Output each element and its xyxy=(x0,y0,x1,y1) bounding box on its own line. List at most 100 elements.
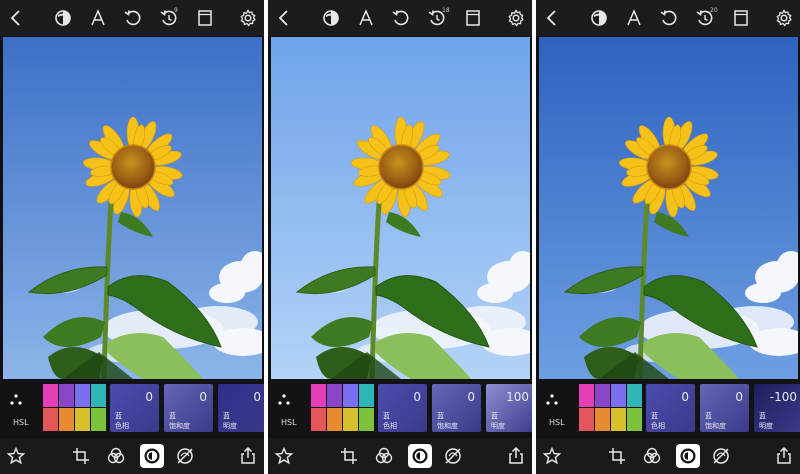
back-icon[interactable] xyxy=(540,6,564,30)
color-swatch[interactable] xyxy=(311,408,326,431)
text-icon[interactable] xyxy=(622,6,646,30)
photo-canvas[interactable] xyxy=(271,37,530,379)
luminance-tile[interactable]: 100 蓝 明度 xyxy=(486,384,532,432)
export-icon[interactable] xyxy=(504,444,528,468)
history-count-badge: 20 xyxy=(710,7,718,14)
color-swatch[interactable] xyxy=(327,408,342,431)
compare-icon[interactable] xyxy=(193,6,217,30)
hsl-adjust-bar: HSL 0 蓝 色相 0 蓝 饱和度 0 蓝 明度 xyxy=(0,380,264,436)
undo-icon[interactable] xyxy=(657,6,681,30)
color-swatch[interactable] xyxy=(611,408,626,431)
color-swatch[interactable] xyxy=(327,384,342,407)
blend-icon[interactable] xyxy=(372,444,396,468)
hsl-adjust-bar: HSL 0 蓝 色相 0 蓝 饱和度 100 蓝 明度 xyxy=(268,380,532,436)
luminance-channel: 蓝 xyxy=(491,412,498,420)
color-swatch[interactable] xyxy=(359,408,374,431)
luminance-tile[interactable]: -100 蓝 明度 xyxy=(754,384,800,432)
editor-panel-1: 9 HSL 0 蓝 色相 0 蓝 饱和度 0 蓝 明度 xyxy=(0,0,264,474)
saturation-channel: 蓝 xyxy=(705,412,712,420)
history-icon[interactable]: 9 xyxy=(157,6,181,30)
color-swatch[interactable] xyxy=(43,408,58,431)
color-swatch[interactable] xyxy=(579,408,594,431)
hue-value: 0 xyxy=(145,390,153,404)
color-swatch[interactable] xyxy=(91,408,106,431)
photo-canvas[interactable] xyxy=(539,37,798,379)
luminance-label: 明度 xyxy=(491,422,505,430)
crop-icon[interactable] xyxy=(69,444,93,468)
color-swatch[interactable] xyxy=(59,384,74,407)
color-swatch[interactable] xyxy=(595,408,610,431)
settings-icon[interactable] xyxy=(772,6,796,30)
undo-icon[interactable] xyxy=(389,6,413,30)
hsl-icon[interactable] xyxy=(173,444,197,468)
blend-icon[interactable] xyxy=(104,444,128,468)
adjust-icon[interactable] xyxy=(408,444,432,468)
editor-panel-3: 20 HSL 0 蓝 色相 0 蓝 饱和度 -100 蓝 明度 xyxy=(536,0,800,474)
adjust-icon[interactable] xyxy=(140,444,164,468)
back-icon[interactable] xyxy=(272,6,296,30)
favorite-icon[interactable] xyxy=(4,444,28,468)
color-swatch[interactable] xyxy=(75,384,90,407)
luminance-value: -100 xyxy=(769,390,797,404)
mask-icon[interactable] xyxy=(319,6,343,30)
mask-icon[interactable] xyxy=(587,6,611,30)
hue-tile[interactable]: 0 蓝 色相 xyxy=(646,384,695,432)
luminance-tile[interactable]: 0 蓝 明度 xyxy=(218,384,264,432)
blend-icon[interactable] xyxy=(640,444,664,468)
hsl-dots-icon[interactable] xyxy=(9,392,23,406)
color-channel-swatches[interactable] xyxy=(311,384,374,432)
color-swatch[interactable] xyxy=(359,384,374,407)
history-icon[interactable]: 20 xyxy=(693,6,718,30)
text-icon[interactable] xyxy=(86,6,110,30)
color-swatch[interactable] xyxy=(627,408,642,431)
hue-tile[interactable]: 0 蓝 色相 xyxy=(110,384,159,432)
luminance-label: 明度 xyxy=(223,422,237,430)
hsl-dots-icon[interactable] xyxy=(545,392,559,406)
color-swatch[interactable] xyxy=(75,408,90,431)
color-swatch[interactable] xyxy=(91,384,106,407)
export-icon[interactable] xyxy=(236,444,260,468)
favorite-icon[interactable] xyxy=(272,444,296,468)
saturation-tile[interactable]: 0 蓝 饱和度 xyxy=(164,384,213,432)
photo-canvas[interactable] xyxy=(3,37,262,379)
hue-tile[interactable]: 0 蓝 色相 xyxy=(378,384,427,432)
settings-icon[interactable] xyxy=(236,6,260,30)
mask-icon[interactable] xyxy=(51,6,75,30)
color-swatch[interactable] xyxy=(43,384,58,407)
color-swatch[interactable] xyxy=(579,384,594,407)
color-channel-swatches[interactable] xyxy=(43,384,106,432)
undo-icon[interactable] xyxy=(121,6,145,30)
color-swatch[interactable] xyxy=(343,384,358,407)
saturation-tile[interactable]: 0 蓝 饱和度 xyxy=(432,384,481,432)
hsl-dots-icon[interactable] xyxy=(277,392,291,406)
color-swatch[interactable] xyxy=(595,384,610,407)
color-swatch[interactable] xyxy=(627,384,642,407)
export-icon[interactable] xyxy=(772,444,796,468)
history-icon[interactable]: 18 xyxy=(425,6,450,30)
hsl-label: HSL xyxy=(13,418,29,427)
luminance-value: 0 xyxy=(253,390,261,404)
back-icon[interactable] xyxy=(4,6,28,30)
color-swatch[interactable] xyxy=(343,408,358,431)
favorite-icon[interactable] xyxy=(540,444,564,468)
color-channel-swatches[interactable] xyxy=(579,384,642,432)
color-swatch[interactable] xyxy=(611,384,626,407)
adjust-icon[interactable] xyxy=(676,444,700,468)
hsl-icon[interactable] xyxy=(441,444,465,468)
hsl-icon[interactable] xyxy=(709,444,733,468)
hue-channel: 蓝 xyxy=(115,412,122,420)
top-toolbar: 9 xyxy=(0,0,264,36)
saturation-label: 饱和度 xyxy=(169,422,190,430)
crop-icon[interactable] xyxy=(605,444,629,468)
saturation-tile[interactable]: 0 蓝 饱和度 xyxy=(700,384,749,432)
bottom-toolbar xyxy=(536,438,800,474)
crop-icon[interactable] xyxy=(337,444,361,468)
color-swatch[interactable] xyxy=(59,408,74,431)
top-toolbar: 18 xyxy=(268,0,532,36)
text-icon[interactable] xyxy=(354,6,378,30)
bottom-toolbar xyxy=(0,438,264,474)
compare-icon[interactable] xyxy=(461,6,485,30)
color-swatch[interactable] xyxy=(311,384,326,407)
compare-icon[interactable] xyxy=(729,6,753,30)
settings-icon[interactable] xyxy=(504,6,528,30)
